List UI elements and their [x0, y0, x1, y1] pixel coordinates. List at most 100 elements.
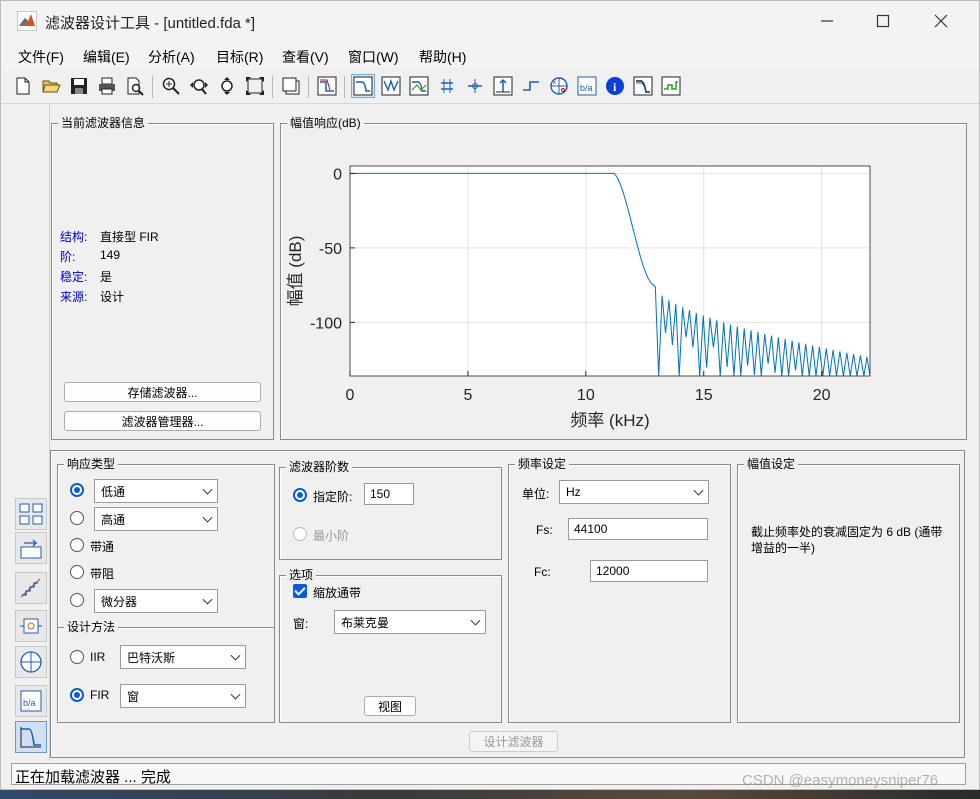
step-response-icon[interactable]	[520, 75, 542, 97]
magnitude-response-chart: 0 5 10 15 20 0 -50 -100 频率 (kHz) 幅值 (dB)	[286, 165, 871, 430]
import-filter-icon[interactable]: b/a	[15, 685, 47, 717]
impulse-response-icon[interactable]	[492, 75, 514, 97]
options-panel: 选项 缩放通带 窗: 布莱克曼 视图	[279, 568, 502, 723]
menu-edit[interactable]: 编辑(E)	[83, 47, 130, 67]
transform-filter-icon[interactable]	[15, 498, 47, 530]
zoom-in-icon[interactable]	[160, 75, 182, 97]
filter-order-title: 滤波器阶数	[286, 460, 353, 475]
lowpass-dropdown[interactable]: 低通	[94, 479, 218, 503]
new-icon[interactable]	[12, 75, 34, 97]
iir-method-dropdown[interactable]: 巴特沃斯	[120, 645, 246, 669]
stable-value: 是	[100, 270, 113, 284]
design-method-title: 设计方法	[64, 620, 119, 635]
watermark: CSDN @easymoneysniper76	[742, 772, 939, 789]
differentiator-dropdown[interactable]: 微分器	[94, 589, 218, 613]
close-icon[interactable]	[933, 13, 949, 29]
create-multirate-icon[interactable]	[15, 532, 47, 564]
new-figure-icon[interactable]	[280, 75, 302, 97]
window-label: 窗:	[293, 617, 309, 631]
magnitude-spec-title: 幅值设定	[744, 457, 799, 472]
specify-order-radio[interactable]	[293, 488, 307, 502]
design-method-panel: 设计方法 IIR 巴特沃斯 FIR 窗	[57, 620, 275, 723]
window-dropdown[interactable]: 布莱克曼	[334, 610, 486, 634]
save-icon[interactable]	[68, 75, 90, 97]
maximize-icon[interactable]	[875, 13, 891, 29]
phase-response-icon[interactable]	[380, 75, 402, 97]
fir-radio[interactable]	[70, 688, 84, 702]
bandpass-label: 带通	[90, 540, 115, 554]
iir-radio[interactable]	[70, 650, 84, 664]
bandstop-radio[interactable]	[70, 565, 84, 579]
frequency-spec-title: 频率设定	[515, 457, 570, 472]
design-filter-button[interactable]: 设计滤波器	[469, 731, 558, 752]
filter-coefficients-icon[interactable]: b/a	[576, 75, 598, 97]
highpass-dropdown[interactable]: 高通	[94, 507, 218, 531]
menu-analysis[interactable]: 分析(A)	[148, 47, 195, 67]
filter-info-icon[interactable]: i	[604, 75, 626, 97]
fir-label: FIR	[90, 688, 110, 702]
bandpass-radio[interactable]	[70, 538, 84, 552]
open-icon[interactable]	[40, 75, 62, 97]
svg-text:b/a: b/a	[580, 83, 593, 93]
phase-delay-icon[interactable]	[464, 75, 486, 97]
scale-passband-checkbox[interactable]	[293, 584, 307, 598]
title-bar: 滤波器设计工具 - [untitled.fda *]	[1, 1, 979, 41]
menu-bar: 文件(F) 编辑(E) 分析(A) 目标(R) 查看(V) 窗口(W) 帮助(H…	[1, 41, 979, 69]
zoom-x-icon[interactable]	[188, 75, 210, 97]
menu-view[interactable]: 查看(V)	[282, 47, 329, 67]
minimum-order-label: 最小阶	[313, 529, 350, 543]
print-preview-icon[interactable]	[124, 75, 146, 97]
fir-method-dropdown[interactable]: 窗	[120, 684, 246, 708]
filter-spec-icon[interactable]	[316, 75, 338, 97]
menu-window[interactable]: 窗口(W)	[348, 47, 399, 67]
window-title: 滤波器设计工具 - [untitled.fda *]	[45, 15, 256, 32]
lowpass-radio[interactable]	[70, 483, 84, 497]
magnitude-phase-icon[interactable]	[408, 75, 430, 97]
chart-panel-title: 幅值响应(dB)	[287, 116, 364, 131]
differentiator-radio[interactable]	[70, 593, 84, 607]
structure-value: 直接型 FIR	[100, 230, 159, 244]
filter-info-title: 当前滤波器信息	[58, 116, 149, 131]
menu-targets[interactable]: 目标(R)	[216, 47, 263, 67]
highpass-radio[interactable]	[70, 511, 84, 525]
y-tick-label: 0	[333, 166, 342, 183]
minimum-order-radio[interactable]	[293, 527, 307, 541]
filter-info-panel: 当前滤波器信息 结构: 直接型 FIR 阶: 149 稳定: 是 来源: 设计 …	[51, 116, 274, 440]
group-delay-icon[interactable]	[436, 75, 458, 97]
bandstop-label: 带阻	[90, 567, 115, 581]
minimize-icon[interactable]	[819, 13, 835, 29]
menu-help[interactable]: 帮助(H)	[419, 47, 466, 67]
x-tick-label: 10	[577, 387, 595, 404]
fs-input[interactable]: 44100	[568, 518, 708, 540]
iir-label: IIR	[90, 650, 106, 664]
matlab-logo-icon	[16, 10, 38, 32]
order-input[interactable]: 150	[364, 483, 414, 505]
view-button[interactable]: 视图	[364, 696, 416, 716]
units-dropdown[interactable]: Hz	[559, 480, 709, 504]
design-filter-icon[interactable]	[15, 721, 47, 753]
y-axis-label: 幅值 (dB)	[286, 236, 305, 307]
realize-model-icon[interactable]	[15, 610, 47, 642]
print-icon[interactable]	[96, 75, 118, 97]
toolbar: x b/a i	[1, 71, 979, 104]
svg-text:x: x	[553, 80, 556, 86]
magnitude-response-icon[interactable]	[351, 74, 375, 98]
order-label: 阶:	[60, 250, 76, 264]
pole-zero-editor-icon[interactable]	[15, 646, 47, 678]
pole-zero-icon[interactable]: x	[548, 75, 570, 97]
magnitude-estimate-icon[interactable]	[632, 75, 654, 97]
magnitude-spec-note: 截止频率处的衰减固定为 6 dB (通带增益的一半)	[751, 525, 943, 555]
x-tick-label: 15	[695, 387, 713, 404]
source-label: 来源:	[60, 290, 88, 304]
full-view-icon[interactable]	[244, 75, 266, 97]
fc-input[interactable]: 12000	[590, 560, 708, 582]
x-tick-label: 20	[813, 387, 831, 404]
menu-file[interactable]: 文件(F)	[18, 47, 64, 67]
zoom-y-icon[interactable]	[216, 75, 238, 97]
store-filter-button[interactable]: 存储滤波器...	[64, 382, 261, 402]
x-axis-label: 频率 (kHz)	[570, 411, 649, 430]
filter-manager-button[interactable]: 滤波器管理器...	[64, 411, 261, 431]
round-off-noise-icon[interactable]	[660, 75, 682, 97]
magnitude-spec-panel: 幅值设定 截止频率处的衰减固定为 6 dB (通带增益的一半)	[737, 457, 960, 723]
quantize-icon[interactable]	[15, 572, 47, 604]
